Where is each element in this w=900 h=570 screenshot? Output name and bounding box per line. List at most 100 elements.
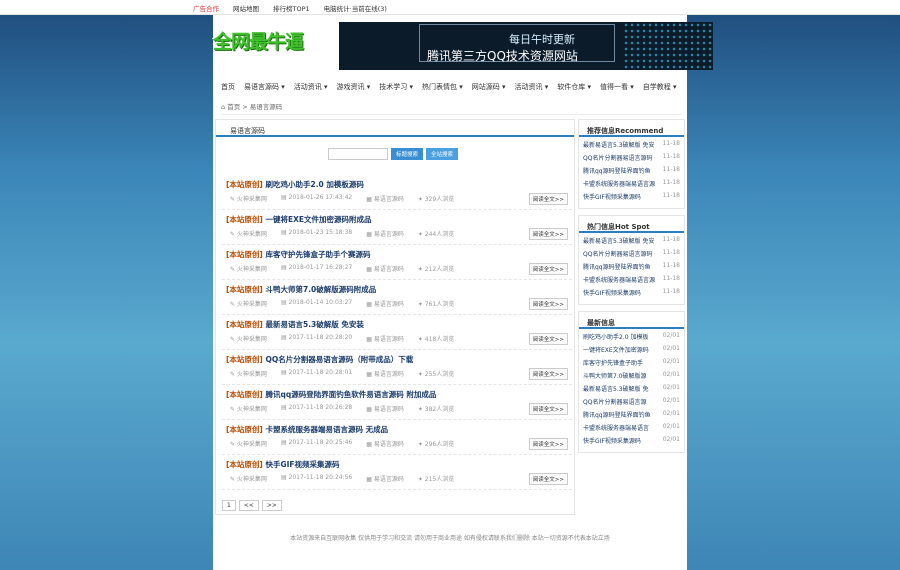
read-more-button[interactable]: 阅读全文>>: [528, 263, 568, 275]
article-views: ✦ 244人浏览: [417, 231, 455, 238]
article-category[interactable]: ▦ 易语言源码: [366, 299, 404, 308]
article-date: ▤ 2017-11-18 20:28:01: [280, 369, 353, 376]
sidebar-item-title: 最新易语言5.3破解版 免: [583, 386, 649, 393]
article-title[interactable]: [本站原创] 刷吃鸡小助手2.0 加模板源码: [226, 179, 364, 190]
site-logo[interactable]: 全网最牛逼: [213, 27, 328, 57]
nav-item[interactable]: 首页: [221, 82, 235, 92]
article-category[interactable]: ▦ 易语言源码: [366, 229, 404, 238]
sidebar-item[interactable]: 斗鸭大师第7.0破解版源 02/01: [583, 371, 680, 384]
article-title[interactable]: [本站原创] 腾讯qq源码登陆界面钓鱼软件易语言源码 附加成品: [226, 389, 436, 400]
nav-item[interactable]: 网站源码 ▾: [472, 82, 506, 92]
article-author: ✎ 火神采集网: [230, 441, 267, 448]
sidebar-item[interactable]: 快手GIF视频采集源码 11-18: [583, 192, 680, 205]
article-title[interactable]: [本站原创] 卡盟系统服务器端易语言源码 无成品: [226, 424, 388, 435]
sidebar-item[interactable]: 最新易语言5.3破解版 免安 11-18: [583, 140, 680, 153]
article-category[interactable]: ▦ 易语言源码: [366, 334, 404, 343]
article-views: ✦ 329人浏览: [417, 196, 455, 203]
article-category[interactable]: ▦ 易语言源码: [366, 404, 404, 413]
nav-item[interactable]: 自学教程 ▾: [643, 82, 677, 92]
sidebar-item-date: 02/01: [662, 410, 680, 417]
article-author: ✎ 火神采集网: [230, 196, 267, 203]
article-views: ✦ 255人浏览: [417, 371, 455, 378]
read-more-button[interactable]: 阅读全文>>: [528, 228, 568, 240]
top-link[interactable]: 网站地图: [233, 3, 259, 13]
nav-item[interactable]: 软件仓库 ▾: [557, 82, 591, 92]
top-link[interactable]: 广告合作: [193, 3, 219, 13]
read-more-button[interactable]: 阅读全文>>: [528, 438, 568, 450]
read-more-button[interactable]: 阅读全文>>: [528, 333, 568, 345]
top-link[interactable]: 电脑统计·当前在线(3): [324, 3, 387, 13]
article-title[interactable]: [本站原创] 一键将EXE文件加密源码附成品: [226, 214, 372, 225]
sidebar-item-date: 11-18: [662, 288, 680, 295]
article-tag: [本站原创]: [226, 460, 263, 469]
article-title-text: 最新易语言5.3破解版 免安装: [262, 320, 364, 329]
nav-item[interactable]: 活动资讯 ▾: [515, 82, 549, 92]
sidebar-item[interactable]: QQ名片分割器易语言源码 11-18: [583, 249, 680, 262]
sidebar-item[interactable]: 卡盟系统服务器端易语言源 11-18: [583, 179, 680, 192]
article-category[interactable]: ▦ 易语言源码: [366, 439, 404, 448]
sidebar-item[interactable]: 腾讯qq源码登陆界面钓鱼 02/01: [583, 410, 680, 423]
article-tag: [本站原创]: [226, 320, 263, 329]
read-more-button[interactable]: 阅读全文>>: [528, 193, 568, 205]
sidebar-item-date: 11-18: [662, 153, 680, 160]
article-title[interactable]: [本站原创] QQ名片分割器易语言源码（附带成品）下载: [226, 354, 413, 365]
read-more-button[interactable]: 阅读全文>>: [528, 473, 568, 485]
header-banner[interactable]: 每日午时更新 腾讯第三方QQ技术资源网站: [339, 22, 713, 70]
article-tag: [本站原创]: [226, 285, 263, 294]
search-bar: 标题搜索 全站搜索: [328, 148, 459, 160]
article-category[interactable]: ▦ 易语言源码: [366, 474, 404, 483]
search-input[interactable]: [328, 148, 388, 160]
article-date: ▤ 2017-11-18 20:24:56: [280, 474, 353, 481]
sidebar-item-title: 腾讯qq源码登陆界面钓鱼: [583, 412, 651, 419]
top-link[interactable]: 排行榜TOP1: [273, 3, 310, 13]
article-tag: [本站原创]: [226, 355, 263, 364]
sidebar-item-title: 卡盟系统服务器端易语言: [583, 425, 650, 432]
article-title[interactable]: [本站原创] 快手GIF视频采集源码: [226, 459, 340, 470]
nav-item[interactable]: 值得一看 ▾: [600, 82, 634, 92]
nav-item[interactable]: 活动资讯 ▾: [294, 82, 328, 92]
article-category[interactable]: ▦ 易语言源码: [366, 264, 404, 273]
sidebar-item[interactable]: 快手GIF视频采集源码 11-18: [583, 288, 680, 301]
sidebar-item[interactable]: QQ名片分割器易语言源码 11-18: [583, 153, 680, 166]
article-tag: [本站原创]: [226, 425, 263, 434]
page-link[interactable]: <<: [238, 500, 259, 511]
site-search-button[interactable]: 全站搜索: [426, 148, 459, 160]
sidebar-item-title: 快手GIF视频采集源码: [583, 194, 641, 201]
article-author: ✎ 火神采集网: [230, 406, 267, 413]
sidebar-item[interactable]: 刷吃鸡小助手2.0 加模板 02/01: [583, 332, 680, 345]
page-link[interactable]: >>: [261, 500, 282, 511]
breadcrumb-text[interactable]: 首页 > 易语言源码: [227, 103, 282, 111]
sidebar-item-date: 02/01: [662, 423, 680, 430]
sidebar-item[interactable]: 卡盟系统服务器端易语言 02/01: [583, 423, 680, 436]
sidebar-item[interactable]: 腾讯qq源码登陆界面钓鱼 11-18: [583, 166, 680, 179]
sidebar-item[interactable]: 腾讯qq源码登陆界面钓鱼 11-18: [583, 262, 680, 275]
article-title[interactable]: [本站原创] 斗鸭大师第7.0破解版源码附成品: [226, 284, 376, 295]
article-views: ✦ 215人浏览: [417, 476, 455, 483]
nav-item[interactable]: 热门表情包 ▾: [422, 82, 463, 92]
article-views: ✦ 761人浏览: [417, 301, 455, 308]
nav-item[interactable]: 技术学习 ▾: [379, 82, 413, 92]
article-category[interactable]: ▦ 易语言源码: [366, 194, 404, 203]
sidebar-item-date: 11-18: [662, 275, 680, 282]
nav-item[interactable]: 易语言源码 ▾: [244, 82, 285, 92]
page-link[interactable]: 1: [222, 500, 236, 511]
article-title-text: 快手GIF视频采集源码: [262, 460, 340, 469]
sidebar-item[interactable]: QQ名片分割器易语言源 02/01: [583, 397, 680, 410]
article-date: ▤ 2018-01-14 10:03:27: [280, 299, 353, 306]
page-wrapper: 全网最牛逼 每日午时更新 腾讯第三方QQ技术资源网站 首页 易语言源码 ▾ 活动资讯…: [213, 15, 713, 570]
article-category[interactable]: ▦ 易语言源码: [366, 369, 404, 378]
sidebar-item[interactable]: 快手GIF视频采集源码 02/01: [583, 436, 680, 449]
article-title[interactable]: [本站原创] 库客守护先锋盒子助手个赛源码: [226, 249, 370, 260]
sidebar-item[interactable]: 一键将EXE文件加密源码 02/01: [583, 345, 680, 358]
read-more-button[interactable]: 阅读全文>>: [528, 403, 568, 415]
read-more-button[interactable]: 阅读全文>>: [528, 368, 568, 380]
sidebar-item[interactable]: 最新易语言5.3破解版 免 02/01: [583, 384, 680, 397]
title-search-button[interactable]: 标题搜索: [391, 148, 424, 160]
sidebar-item[interactable]: 库客守护先锋盒子助手 02/01: [583, 358, 680, 371]
nav-item[interactable]: 游戏资讯 ▾: [337, 82, 371, 92]
sidebar-item[interactable]: 卡盟系统服务器端易语言源 11-18: [583, 275, 680, 288]
sidebar-item-title: 腾讯qq源码登陆界面钓鱼: [583, 264, 651, 271]
read-more-button[interactable]: 阅读全文>>: [528, 298, 568, 310]
article-title[interactable]: [本站原创] 最新易语言5.3破解版 免安装: [226, 319, 364, 330]
sidebar-item[interactable]: 最新易语言5.3破解版 免安 11-18: [583, 236, 680, 249]
